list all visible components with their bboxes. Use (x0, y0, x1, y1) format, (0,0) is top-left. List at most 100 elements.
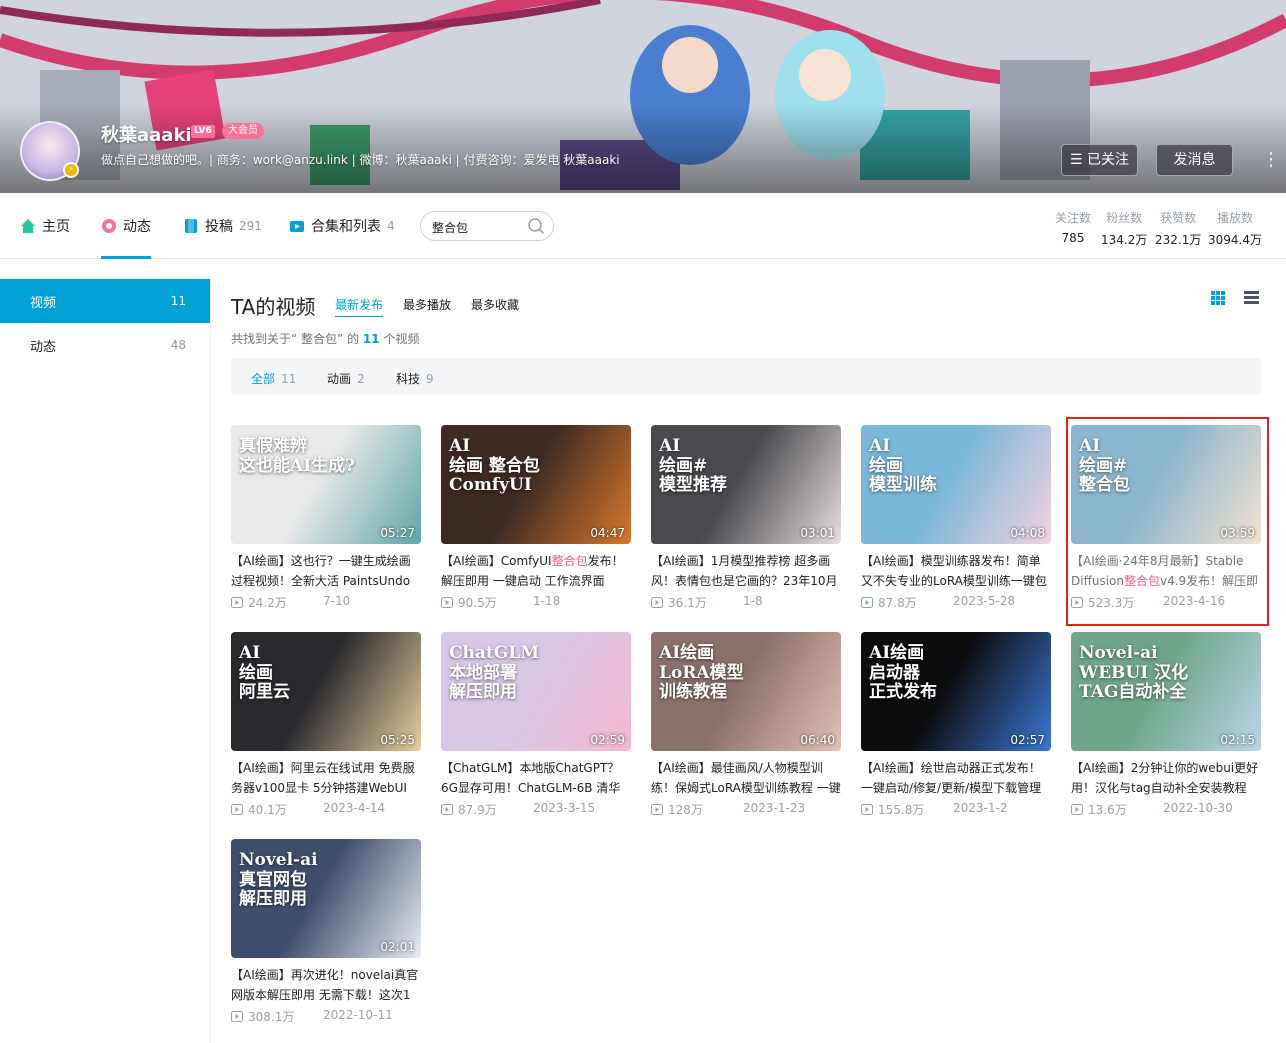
sort-active-indicator (335, 316, 383, 317)
video-title-line2: 务器v100显卡 5分钟搭建WebUI 保 (231, 781, 407, 795)
tab-dynamic[interactable]: 动态 (101, 216, 151, 236)
sort-most-favorited[interactable]: 最多收藏 (471, 296, 519, 313)
level-badge: LV6 (191, 125, 215, 138)
video-card[interactable]: ChatGLM 本地部署 解压即用 02:59 【ChatGLM】本地版ChatGP… (441, 632, 631, 822)
video-thumbnail[interactable]: 真假难辨 这也能AI生成? 05:27 (231, 425, 421, 544)
play-count: 36.1万 (651, 594, 743, 611)
video-title[interactable]: 【AI绘画】最佳画风/人物模型训 练！保姆式LoRA模型训练教程 一键 (651, 758, 841, 798)
video-meta: 87.8万 2023-5-28 (861, 594, 1051, 611)
video-card[interactable]: Novel-ai 真官网包 解压即用 02:01 【AI绘画】再次进化！novela… (231, 839, 421, 1029)
tab-home[interactable]: 主页 (20, 216, 70, 236)
video-duration: 02:57 (1010, 733, 1045, 747)
page-title: TA的视频 (231, 295, 316, 319)
stat-followers-value: 134.2万 (1101, 233, 1148, 247)
play-count-value: 87.9万 (458, 803, 497, 817)
video-card[interactable]: AI绘画 启动器 正式发布 02:57 【AI绘画】绘世启动器正式发布！ 一键启动/修… (861, 632, 1051, 822)
stat-plays-value: 3094.4万 (1208, 233, 1262, 247)
sidebar-item-dynamic[interactable]: 动态 48 (0, 323, 210, 367)
search-input[interactable]: 整合包 (420, 211, 554, 241)
profile-nav-bar: 主页 动态 投稿 291 合集和列表 4 整合包 关注数 785 粉丝数 134… (0, 193, 1286, 259)
play-count-icon (231, 597, 243, 608)
grid-view-icon[interactable] (1211, 291, 1225, 305)
stat-following[interactable]: 关注数 785 (1055, 209, 1091, 245)
sidebar-item-dynamic-label: 动态 (30, 339, 57, 355)
video-card[interactable]: AI 绘画 整合包 ComfyUI 04:47 【AI绘画】ComfyUI整合包发布… (441, 425, 631, 615)
vip-badge: 大会员 (222, 123, 264, 139)
tab-home-label: 主页 (42, 219, 70, 235)
thumbnail-caption: AI绘画 LoRA模型 训练教程 (659, 643, 744, 703)
video-card[interactable]: AI 绘画# 模型推荐 03:01 【AI绘画】1月模型推荐榜 超多画 风！表情包也是… (651, 425, 841, 615)
video-meta: 155.8万 2023-1-2 (861, 801, 1051, 818)
video-title[interactable]: 【AI绘画】ComfyUI整合包发布！ 解压即用 一键启动 工作流界面 (441, 551, 631, 591)
video-thumbnail[interactable]: AI绘画 LoRA模型 训练教程 06:40 (651, 632, 841, 751)
search-icon[interactable] (527, 217, 545, 235)
video-duration: 05:25 (380, 733, 415, 747)
tab-uploads-label: 投稿 (205, 219, 233, 235)
video-title[interactable]: 【AI绘画】这也行？一键生成绘画 过程视频！全新大活 PaintsUndo (231, 551, 421, 591)
filter-animation-label: 动画 (327, 372, 352, 386)
video-thumbnail[interactable]: ChatGLM 本地部署 解压即用 02:59 (441, 632, 631, 751)
filter-animation[interactable]: 动画 2 (327, 370, 365, 387)
video-thumbnail[interactable]: AI 绘画 阿里云 05:25 (231, 632, 421, 751)
video-title[interactable]: 【AI绘画】模型训练器发布！简单 又不失专业的LoRA模型训练一键包 (861, 551, 1051, 591)
play-count-icon (441, 804, 453, 815)
list-view-icon[interactable] (1244, 291, 1259, 305)
video-card[interactable]: Novel-ai WEBUI 汉化 TAG自动补全 02:15 【AI绘画】2分钟让… (1071, 632, 1261, 822)
video-title[interactable]: 【AI绘画】再次进化！novelai真官 网版本解压即用 无需下载！这次1 (231, 965, 421, 1005)
result-prefix: 共找到关于“ 整合包” 的 (231, 332, 360, 346)
play-count-value: 155.8万 (878, 803, 925, 817)
play-count-value: 308.1万 (248, 1010, 295, 1024)
video-card[interactable]: AI绘画 LoRA模型 训练教程 06:40 【AI绘画】最佳画风/人物模型训 练！保… (651, 632, 841, 822)
stat-followers[interactable]: 粉丝数 134.2万 (1101, 209, 1147, 248)
play-count-icon (231, 1011, 243, 1022)
collection-icon (290, 221, 304, 232)
sidebar-item-videos-label: 视频 (30, 295, 57, 311)
filter-animation-count: 2 (357, 372, 365, 386)
sort-most-played[interactable]: 最多播放 (403, 296, 451, 313)
play-count-value: 13.6万 (1088, 803, 1127, 817)
upload-date: 2022-10-11 (323, 1008, 393, 1022)
stat-followers-label: 粉丝数 (1106, 211, 1143, 225)
video-thumbnail[interactable]: Novel-ai WEBUI 汉化 TAG自动补全 02:15 (1071, 632, 1261, 751)
video-title[interactable]: 【AI绘画】阿里云在线试用 免费服务器v100显卡 5分钟搭建WebUI 保 (231, 758, 421, 798)
video-thumbnail[interactable]: AI 绘画 整合包 ComfyUI 04:47 (441, 425, 631, 544)
video-title-line2: 风！表情包也是它画的？23年10月 (651, 574, 838, 588)
video-title[interactable]: 【AI绘画】1月模型推荐榜 超多画 风！表情包也是它画的？23年10月 (651, 551, 841, 591)
sidebar-item-dynamic-count: 48 (170, 338, 186, 352)
video-duration: 05:27 (380, 526, 415, 540)
thumbnail-caption: Novel-ai 真官网包 解压即用 (239, 850, 318, 910)
video-meta: 90.5万 1-18 (441, 594, 631, 611)
video-card[interactable]: AI 绘画 模型训练 04:08 【AI绘画】模型训练器发布！简单 又不失专业的LoR… (861, 425, 1051, 615)
search-input-value: 整合包 (432, 221, 469, 235)
filter-all[interactable]: 全部 11 (251, 370, 296, 387)
video-title[interactable]: 【AI绘画】2分钟让你的webui更好 用！汉化与tag自动补全安装教程 (1071, 758, 1261, 798)
play-count-icon (231, 804, 243, 815)
video-title-line2: 一键启动/修复/更新/模型下载管理 (861, 781, 1042, 795)
upload-date: 1-18 (533, 594, 561, 608)
video-duration: 03:01 (800, 526, 835, 540)
video-thumbnail[interactable]: AI绘画 启动器 正式发布 02:57 (861, 632, 1051, 751)
play-count-icon (651, 804, 663, 815)
sort-latest[interactable]: 最新发布 (335, 296, 383, 313)
filter-tech[interactable]: 科技 9 (396, 370, 434, 387)
video-title[interactable]: 【ChatGLM】本地版ChatGPT？ 6G显存可用！ChatGLM-6B 清华… (441, 758, 631, 798)
video-thumbnail[interactable]: Novel-ai 真官网包 解压即用 02:01 (231, 839, 421, 958)
video-title-line1: 【ChatGLM】本地版ChatGPT？ (441, 761, 620, 775)
video-title-line1: 【AI绘画】模型训练器发布！简单 (861, 554, 1041, 568)
stat-likes-label: 获赞数 (1160, 211, 1197, 225)
video-title[interactable]: 【AI绘画】绘世启动器正式发布！ 一键启动/修复/更新/模型下载管理 (861, 758, 1051, 798)
sidebar-item-videos[interactable]: 视频 11 (0, 279, 210, 323)
video-card[interactable]: 真假难辨 这也能AI生成? 05:27 【AI绘画】这也行？一键生成绘画 过程视频！全… (231, 425, 421, 615)
more-options-icon[interactable]: ⋮ (1262, 148, 1280, 172)
send-message-button[interactable]: 发消息 (1156, 144, 1233, 176)
followed-button[interactable]: ☰ 已关注 (1061, 144, 1138, 176)
video-thumbnail[interactable]: AI 绘画# 模型推荐 03:01 (651, 425, 841, 544)
stat-following-label: 关注数 (1055, 211, 1092, 225)
thumbnail-caption: ChatGLM 本地部署 解压即用 (449, 643, 540, 703)
stat-plays: 播放数 3094.4万 (1208, 209, 1262, 248)
video-title-line2: 网版本解压即用 无需下载！这次1 (231, 988, 411, 1002)
tab-collections[interactable]: 合集和列表 4 (289, 216, 395, 236)
video-card[interactable]: AI 绘画 阿里云 05:25 【AI绘画】阿里云在线试用 免费服 务器v100显卡 … (231, 632, 421, 822)
tab-uploads[interactable]: 投稿 291 (183, 216, 262, 236)
video-thumbnail[interactable]: AI 绘画 模型训练 04:08 (861, 425, 1051, 544)
